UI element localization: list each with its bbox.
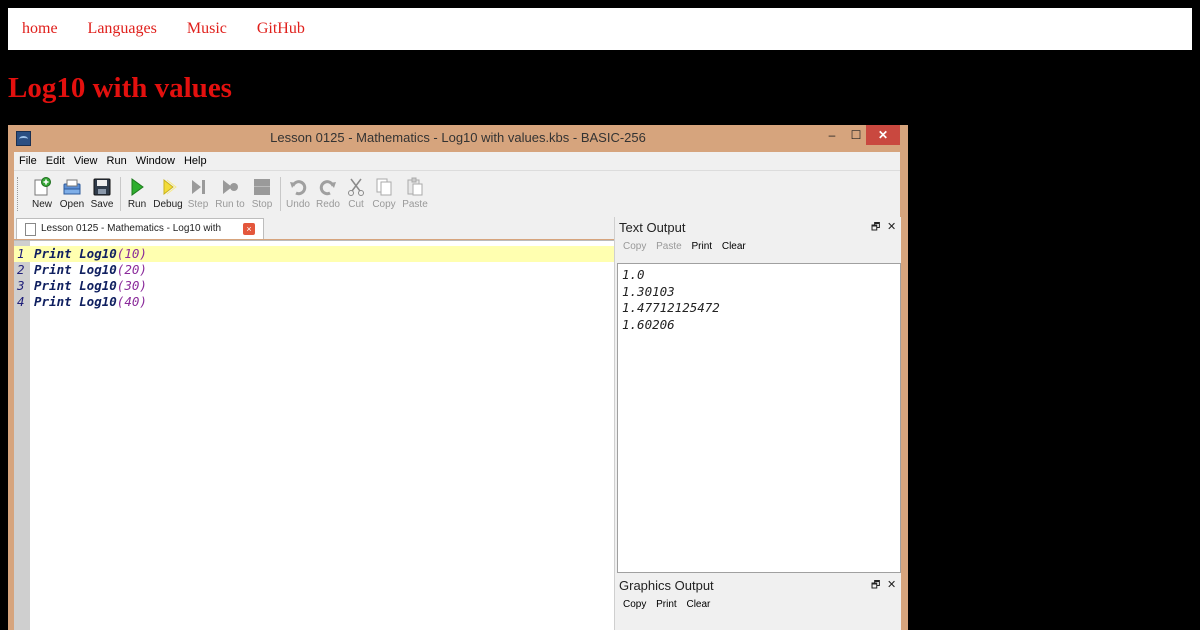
output-line: 1.47712125472 [622,300,720,315]
graphics-output-buttons: Copy Print Clear [623,599,717,610]
window-title: Lesson 0125 - Mathematics - Log10 with v… [270,130,646,145]
text-output-title: Text Output [619,220,686,235]
tab-close-icon[interactable]: × [243,223,255,235]
save-disk-icon [92,177,112,197]
menu-view[interactable]: View [74,152,98,170]
graphics-clear-button[interactable]: Clear [686,599,710,610]
maximize-button[interactable]: ☐ [846,125,866,145]
stop-icon [252,177,272,197]
close-panel-icon[interactable]: ✕ [887,578,896,591]
run-play-icon [127,177,147,197]
debug-icon [158,177,178,197]
graphics-output-title: Graphics Output [619,578,714,593]
cut-icon [346,177,366,197]
stop-button[interactable]: Stop [246,175,278,215]
nav-link-github[interactable]: GitHub [257,20,305,38]
nav-link-languages[interactable]: Languages [88,20,157,38]
float-panel-icon[interactable]: 🗗 [871,578,880,595]
minimize-button[interactable]: – [822,125,842,145]
new-file-icon [32,177,52,197]
close-button[interactable]: ✕ [866,125,900,145]
menu-edit[interactable]: Edit [46,152,65,170]
code-line[interactable]: 4 Print Log10(40) [14,294,614,310]
menu-file[interactable]: File [19,152,37,170]
graphics-copy-button[interactable]: Copy [623,599,646,610]
output-line: 1.30103 [622,283,675,299]
graphics-print-button[interactable]: Print [656,599,677,610]
step-icon [188,177,208,197]
output-line: 1.60206 [622,316,675,332]
output-line: 1.0 [622,267,645,282]
page-title: Log10 with values [8,72,232,104]
code-line[interactable]: 3 Print Log10(30) [14,278,614,294]
text-clear-button[interactable]: Clear [722,241,746,252]
menu-run[interactable]: Run [107,152,127,170]
copy-icon [374,177,394,197]
top-nav: home Languages Music GitHub [8,8,1192,50]
document-icon [25,223,36,236]
menu-window[interactable]: Window [136,152,175,170]
undo-icon [288,177,308,197]
basic256-window: Lesson 0125 - Mathematics - Log10 with v… [8,125,908,630]
text-output-area[interactable]: 1.0 1.30103 1.47712125472 1.60206 [617,263,901,573]
window-titlebar: Lesson 0125 - Mathematics - Log10 with v… [8,125,908,151]
text-paste-button[interactable]: Paste [656,241,682,252]
nav-link-music[interactable]: Music [187,20,227,38]
menu-help[interactable]: Help [184,152,207,170]
paste-icon [405,177,425,197]
text-print-button[interactable]: Print [692,241,713,252]
save-button[interactable]: Save [86,175,118,215]
output-dock: Text Output 🗗 ✕ Copy Paste Print Clear 1… [614,217,901,630]
text-output-buttons: Copy Paste Print Clear [623,241,753,252]
text-copy-button[interactable]: Copy [623,241,646,252]
editor-tab-strip: Lesson 0125 - Mathematics - Log10 with v… [14,217,614,254]
redo-icon [318,177,338,197]
toolbar: New Open Save Run Debug Step Run to Stop… [14,170,900,218]
run-to-icon [220,177,240,197]
code-line[interactable]: 1 Print Log10(10) [14,246,614,262]
paste-button[interactable]: Paste [399,175,431,215]
code-editor[interactable]: 1 Print Log10(10) 2 Print Log10(20) 3 Pr… [14,240,614,630]
code-line[interactable]: 2 Print Log10(20) [14,262,614,278]
open-folder-icon [62,177,82,197]
close-panel-icon[interactable]: ✕ [887,220,896,233]
nav-link-home[interactable]: home [22,20,58,38]
menu-bar: File Edit View Run Window Help [14,152,900,170]
float-panel-icon[interactable]: 🗗 [871,220,880,237]
editor-tab[interactable]: Lesson 0125 - Mathematics - Log10 with v… [16,218,264,254]
